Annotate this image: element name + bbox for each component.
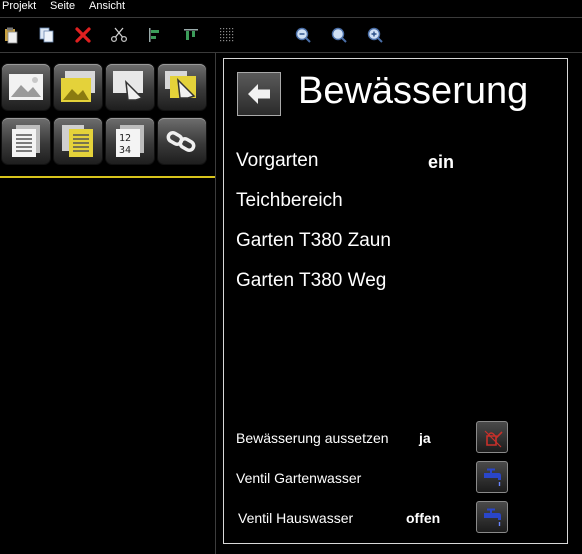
page-tile[interactable]	[2, 118, 50, 164]
control-status-hauswasser: offen	[406, 510, 441, 526]
control-label-gartenwasser: Ventil Gartenwasser	[236, 470, 362, 486]
page-frame: Bewässerung Vorgarten ein Teichbereich G…	[223, 58, 568, 544]
svg-text:12: 12	[119, 133, 131, 144]
control-status-aussetzen: ja	[419, 430, 431, 446]
palette-divider	[0, 176, 215, 178]
touch-tile[interactable]	[106, 64, 154, 110]
menu-bar: Projekt Seite Ansicht	[0, 0, 582, 14]
page-yellow-tile[interactable]	[54, 118, 102, 164]
grid-icon[interactable]	[218, 26, 236, 44]
control-label-aussetzen: Bewässerung aussetzen	[236, 430, 389, 446]
copy-icon[interactable]	[38, 26, 56, 44]
zone-status-vorgarten: ein	[428, 152, 455, 172]
faucet-icon	[484, 468, 501, 486]
garden-valve-button[interactable]	[476, 461, 508, 493]
menu-seite[interactable]: Seite	[50, 0, 75, 13]
faucet-icon	[484, 508, 501, 526]
zone-label-vorgarten[interactable]: Vorgarten	[236, 150, 318, 172]
toolbar	[0, 17, 582, 53]
zone-label-garten-weg[interactable]: Garten T380 Weg	[236, 270, 386, 292]
svg-text:34: 34	[119, 145, 131, 156]
back-arrow-icon	[248, 84, 270, 104]
cut-icon[interactable]	[110, 26, 128, 44]
menu-projekt[interactable]: Projekt	[2, 0, 36, 13]
paste-icon[interactable]	[2, 26, 20, 44]
zoom-in-icon[interactable]	[366, 26, 384, 44]
delete-icon[interactable]	[74, 26, 92, 44]
page-title: Bewässerung	[298, 70, 529, 112]
watering-can-icon	[484, 430, 503, 448]
palette-grid: 12 34	[0, 61, 215, 173]
zone-label-teichbereich[interactable]: Teichbereich	[236, 190, 343, 212]
control-label-hauswasser: Ventil Hauswasser	[238, 510, 354, 526]
back-button[interactable]	[237, 72, 281, 116]
image-tile[interactable]	[2, 64, 50, 110]
zone-label-garten-zaun[interactable]: Garten T380 Zaun	[236, 230, 391, 252]
app-window: Projekt Seite Ansicht 12 34 Bewässerung …	[0, 0, 582, 554]
menu-ansicht[interactable]: Ansicht	[89, 0, 125, 13]
house-valve-button[interactable]	[476, 501, 508, 533]
zoom-out-icon[interactable]	[294, 26, 312, 44]
page-preview-panel: Bewässerung Vorgarten ein Teichbereich G…	[216, 53, 582, 554]
suspend-watering-button[interactable]	[476, 421, 508, 453]
palette-panel: 12 34	[0, 53, 215, 554]
touch-yellow-tile[interactable]	[158, 64, 206, 110]
align-left-icon[interactable]	[146, 26, 164, 44]
zoom-reset-icon[interactable]	[330, 26, 348, 44]
link-tile[interactable]	[158, 118, 206, 164]
align-top-icon[interactable]	[182, 26, 200, 44]
image-yellow-tile[interactable]	[54, 64, 102, 110]
number-tile[interactable]: 12 34	[106, 118, 154, 164]
